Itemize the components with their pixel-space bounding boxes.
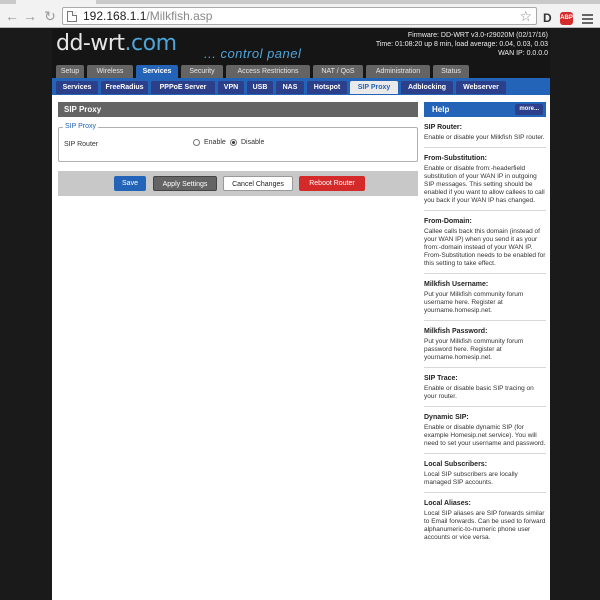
tab-wireless[interactable]: Wireless bbox=[87, 65, 133, 78]
help-description: Enable or disable basic SIP tracing on y… bbox=[424, 385, 534, 400]
help-description: Enable or disable your Milkfish SIP rout… bbox=[424, 134, 545, 141]
tab-status[interactable]: Status bbox=[433, 65, 469, 78]
reload-icon[interactable]: ↻ bbox=[42, 8, 58, 24]
help-description: Enable or disable from:-headerfield subs… bbox=[424, 165, 545, 204]
help-item: From-Domain: Callee calls back this domai… bbox=[424, 215, 546, 274]
control-panel-tagline: ... control panel bbox=[204, 46, 302, 61]
uptime: Time: 01:08:20 up 8 min, load average: 0… bbox=[375, 41, 548, 48]
help-term: Local Subscribers: bbox=[424, 461, 488, 468]
help-more-button[interactable]: more... bbox=[515, 104, 543, 115]
fieldset-legend: SIP Proxy bbox=[63, 123, 98, 130]
help-item: Milkfish Username: Put your Milkfish comm… bbox=[424, 278, 546, 321]
subtab-nas[interactable]: NAS bbox=[276, 81, 304, 94]
help-term: SIP Trace: bbox=[424, 375, 458, 382]
cancel-changes-button[interactable]: Cancel Changes bbox=[223, 176, 293, 191]
sip-router-disable-option[interactable]: Disable bbox=[230, 139, 264, 146]
main-tabs: Setup Wireless Services Security Access … bbox=[52, 63, 550, 78]
sub-tabs: Services FreeRadius PPPoE Server VPN USB… bbox=[52, 78, 550, 95]
help-term: Dynamic SIP: bbox=[424, 414, 469, 421]
subtab-pppoe-server[interactable]: PPPoE Server bbox=[151, 81, 215, 94]
help-item: Local Subscribers: Local SIP subscribers … bbox=[424, 458, 546, 493]
subtab-hotspot[interactable]: Hotspot bbox=[307, 81, 347, 94]
sip-router-enable-option[interactable]: Enable bbox=[193, 139, 226, 146]
subtab-services[interactable]: Services bbox=[56, 81, 98, 94]
ddwrt-logo: dd-wrt.com bbox=[56, 31, 177, 56]
bookmark-star-icon[interactable]: ☆ bbox=[519, 8, 532, 25]
subtab-vpn[interactable]: VPN bbox=[218, 81, 244, 94]
help-item: Milkfish Password: Put your Milkfish comm… bbox=[424, 325, 546, 368]
help-title: Help bbox=[432, 105, 450, 114]
router-header: dd-wrt.com ... control panel Firmware: D… bbox=[52, 29, 550, 63]
help-description: Callee calls back this domain (instead o… bbox=[424, 228, 546, 267]
help-term: Milkfish Password: bbox=[424, 328, 488, 335]
window-margin bbox=[550, 29, 600, 600]
sip-router-label: SIP Router bbox=[64, 141, 99, 148]
forward-arrow-icon[interactable]: → bbox=[22, 8, 38, 24]
url-text: 192.168.1.1/Milkfish.asp bbox=[83, 9, 213, 23]
help-item: Dynamic SIP: Enable or disable dynamic SI… bbox=[424, 411, 546, 454]
help-item: Local Aliases: Local SIP aliases are SIP … bbox=[424, 497, 546, 547]
page: dd-wrt.com ... control panel Firmware: D… bbox=[52, 29, 550, 600]
help-description: Local SIP aliases are SIP forwards simil… bbox=[424, 510, 546, 541]
button-bar: Save Apply Settings Cancel Changes Reboo… bbox=[58, 171, 418, 196]
help-term: From-Domain: bbox=[424, 218, 472, 225]
help-header: Help more... bbox=[424, 102, 546, 117]
firmware-info: Firmware: DD-WRT v3.0-r29020M (02/17/16)… bbox=[376, 31, 548, 58]
section-title: SIP Proxy bbox=[58, 102, 418, 117]
extension-d-icon[interactable]: D bbox=[543, 11, 552, 25]
help-description: Enable or disable dynamic SIP (for examp… bbox=[424, 424, 546, 447]
disable-radio[interactable] bbox=[230, 139, 237, 146]
browser-menu-icon[interactable] bbox=[582, 14, 593, 26]
help-description: Local SIP subscribers are locally manage… bbox=[424, 471, 518, 486]
tab-services[interactable]: Services bbox=[136, 65, 178, 78]
help-description: Put your Milkfish community forum passwo… bbox=[424, 338, 524, 361]
adblock-icon[interactable]: ABP bbox=[560, 12, 573, 25]
enable-radio[interactable] bbox=[193, 139, 200, 146]
apply-settings-button[interactable]: Apply Settings bbox=[153, 176, 217, 191]
help-item: SIP Router: Enable or disable your Milkfi… bbox=[424, 121, 546, 148]
help-item: From-Substitution: Enable or disable from… bbox=[424, 152, 546, 211]
tab-administration[interactable]: Administration bbox=[366, 65, 430, 78]
help-description: Put your Milkfish community forum userna… bbox=[424, 291, 524, 314]
tab-security[interactable]: Security bbox=[181, 65, 223, 78]
help-term: Local Aliases: bbox=[424, 500, 471, 507]
subtab-sip-proxy[interactable]: SIP Proxy bbox=[350, 81, 398, 94]
tab-setup[interactable]: Setup bbox=[56, 65, 84, 78]
tab-access-restrictions[interactable]: Access Restrictions bbox=[226, 65, 310, 78]
firmware-version: Firmware: DD-WRT v3.0-r29020M (02/17/16) bbox=[407, 32, 548, 39]
sip-proxy-fieldset: SIP Proxy SIP Router Enable Disable bbox=[58, 123, 418, 162]
help-term: Milkfish Username: bbox=[424, 281, 489, 288]
subtab-usb[interactable]: USB bbox=[247, 81, 273, 94]
save-button[interactable]: Save bbox=[114, 176, 146, 191]
subtab-webserver[interactable]: Webserver bbox=[456, 81, 506, 94]
subtab-freeradius[interactable]: FreeRadius bbox=[101, 81, 148, 94]
help-term: From-Substitution: bbox=[424, 155, 487, 162]
content-area: SIP Proxy SIP Proxy SIP Router Enable Di… bbox=[52, 95, 550, 600]
reboot-router-button[interactable]: Reboot Router bbox=[299, 176, 365, 191]
help-panel: SIP Router: Enable or disable your Milkfi… bbox=[424, 121, 546, 600]
wan-ip: WAN IP: 0.0.0.0 bbox=[498, 50, 548, 57]
help-term: SIP Router: bbox=[424, 124, 462, 131]
back-arrow-icon[interactable]: ← bbox=[4, 8, 20, 24]
tab-nat-qos[interactable]: NAT / QoS bbox=[313, 65, 363, 78]
page-icon bbox=[67, 11, 77, 22]
help-item: SIP Trace: Enable or disable basic SIP tr… bbox=[424, 372, 546, 407]
subtab-adblocking[interactable]: Adblocking bbox=[401, 81, 453, 94]
browser-toolbar: ← → ↻ 192.168.1.1/Milkfish.asp ☆ D ABP bbox=[0, 4, 600, 28]
address-bar[interactable]: 192.168.1.1/Milkfish.asp ☆ bbox=[62, 7, 537, 25]
